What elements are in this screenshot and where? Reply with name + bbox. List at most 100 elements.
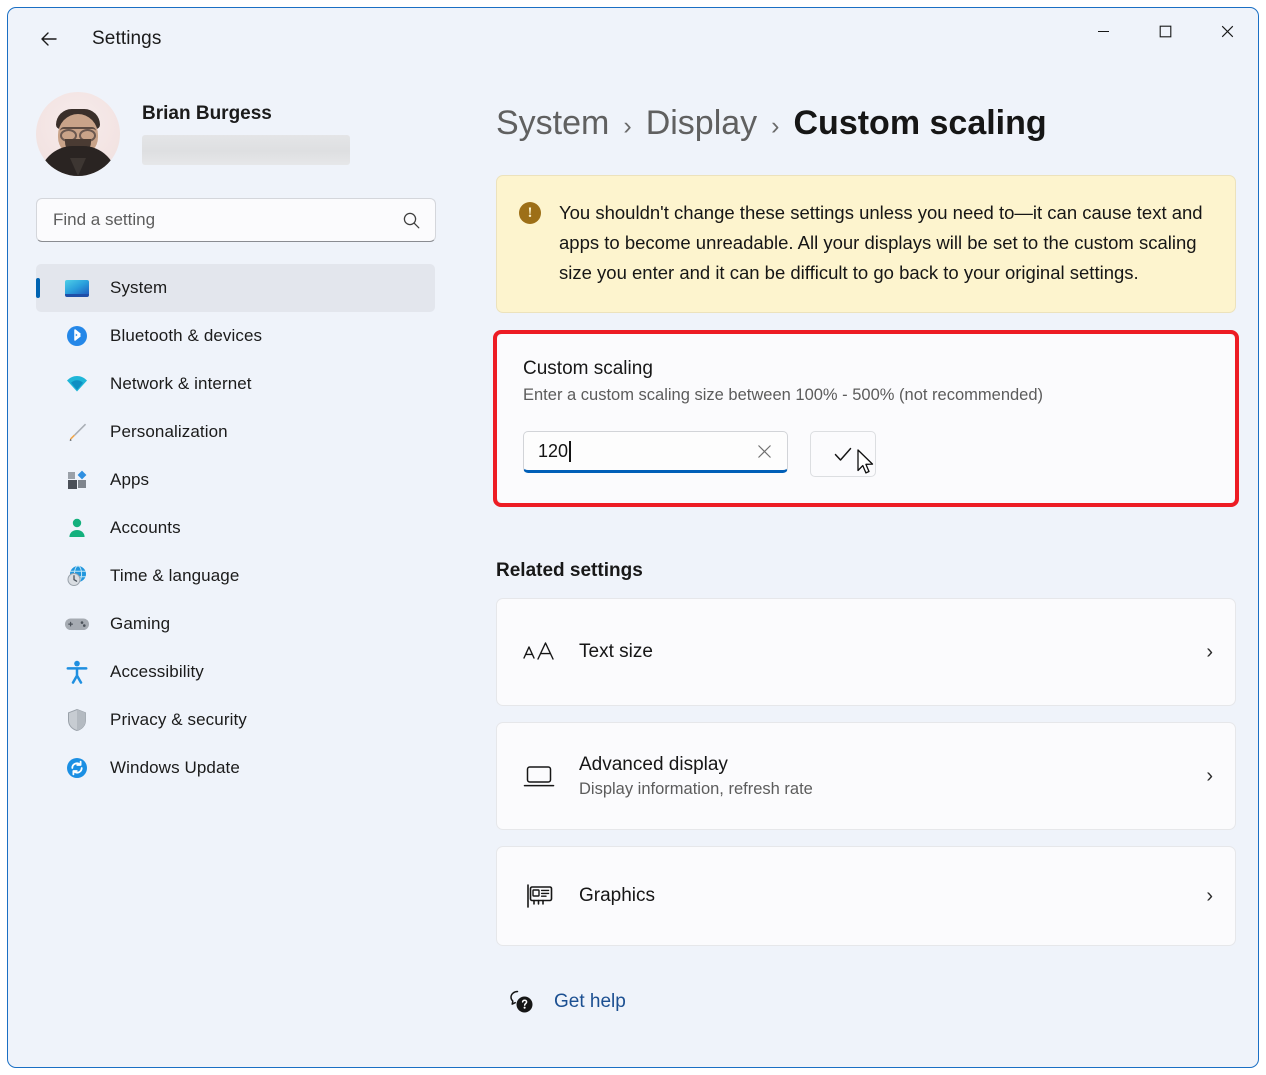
avatar-glasses — [60, 127, 96, 136]
checkmark-icon — [831, 442, 855, 466]
sidebar-nav: System Bluetooth & devices — [8, 264, 468, 792]
sidebar-item-network-internet[interactable]: Network & internet — [36, 360, 435, 408]
sidebar-item-system[interactable]: System — [36, 264, 435, 312]
help-question-bubble-icon — [508, 988, 536, 1016]
related-card-texts: Advanced display Display information, re… — [579, 754, 1206, 799]
display-monitor-icon — [521, 758, 557, 794]
search-wrapper: Find a setting — [36, 198, 468, 242]
related-card-title: Graphics — [579, 885, 1206, 907]
sidebar-item-label: Accessibility — [110, 662, 204, 682]
sidebar-item-accessibility[interactable]: Accessibility — [36, 648, 435, 696]
text-size-icon — [521, 634, 557, 670]
profile-name: Brian Burgess — [142, 103, 350, 125]
sidebar-item-label: Personalization — [110, 422, 228, 442]
breadcrumb: System › Display › Custom scaling — [496, 104, 1228, 143]
sidebar-item-time-language[interactable]: Time & language — [36, 552, 435, 600]
settings-window: Settings — [7, 7, 1259, 1068]
shield-icon — [64, 707, 90, 733]
sidebar-item-label: Network & internet — [110, 374, 252, 394]
close-icon — [1221, 25, 1234, 38]
window-controls — [1072, 8, 1258, 70]
avatar — [36, 92, 120, 176]
bluetooth-icon — [64, 323, 90, 349]
sidebar-item-label: Apps — [110, 470, 149, 490]
custom-scaling-input[interactable]: 120 — [523, 431, 788, 473]
clear-input-button[interactable] — [753, 440, 775, 462]
paintbrush-icon — [64, 419, 90, 445]
back-button[interactable] — [28, 20, 70, 58]
custom-scaling-value: 120 — [538, 441, 568, 462]
related-card-texts: Text size — [579, 641, 1206, 663]
sidebar-item-label: Bluetooth & devices — [110, 326, 262, 346]
sidebar-item-windows-update[interactable]: Windows Update — [36, 744, 435, 792]
search-input[interactable]: Find a setting — [36, 198, 436, 242]
sidebar: Brian Burgess Find a setting System — [8, 70, 468, 1067]
warning-exclamation-icon: ! — [519, 202, 541, 224]
chevron-right-icon: › — [1206, 885, 1213, 908]
get-help-label: Get help — [554, 991, 626, 1013]
sidebar-item-label: Gaming — [110, 614, 170, 634]
apps-icon — [64, 467, 90, 493]
chevron-right-icon: › — [1206, 765, 1213, 788]
minimize-button[interactable] — [1072, 8, 1134, 55]
clock-globe-icon — [64, 563, 90, 589]
sidebar-item-apps[interactable]: Apps — [36, 456, 435, 504]
gamepad-icon — [64, 611, 90, 637]
sidebar-item-label: Windows Update — [110, 758, 240, 778]
warning-text: You shouldn't change these settings unle… — [559, 198, 1211, 288]
maximize-button[interactable] — [1134, 8, 1196, 55]
maximize-icon — [1159, 25, 1172, 38]
annotation-highlight-box — [493, 330, 1239, 507]
close-x-icon — [757, 444, 772, 459]
search-icon — [402, 211, 421, 230]
chevron-right-icon: › — [1206, 641, 1213, 664]
search-placeholder: Find a setting — [53, 210, 402, 230]
close-button[interactable] — [1196, 8, 1258, 55]
minimize-icon — [1097, 25, 1110, 38]
related-card-texts: Graphics — [579, 885, 1206, 907]
sidebar-item-privacy-security[interactable]: Privacy & security — [36, 696, 435, 744]
profile-email-redacted — [142, 135, 350, 165]
custom-scaling-title: Custom scaling — [523, 358, 1211, 380]
sidebar-item-label: Accounts — [110, 518, 181, 538]
custom-scaling-subtitle: Enter a custom scaling size between 100%… — [523, 386, 1211, 405]
confirm-scaling-button[interactable] — [810, 431, 876, 477]
breadcrumb-separator: › — [623, 112, 631, 141]
sidebar-item-label: System — [110, 278, 167, 298]
update-refresh-icon — [64, 755, 90, 781]
sidebar-item-accounts[interactable]: Accounts — [36, 504, 435, 552]
related-card-title: Text size — [579, 641, 1206, 663]
related-card-text-size[interactable]: Text size › — [496, 598, 1236, 706]
related-card-subtitle: Display information, refresh rate — [579, 780, 1206, 799]
sidebar-item-personalization[interactable]: Personalization — [36, 408, 435, 456]
page-title: Custom scaling — [794, 104, 1047, 143]
wifi-icon — [64, 371, 90, 397]
related-card-title: Advanced display — [579, 754, 1206, 776]
related-card-graphics[interactable]: Graphics › — [496, 846, 1236, 946]
breadcrumb-system[interactable]: System — [496, 104, 609, 143]
sidebar-item-label: Time & language — [110, 566, 239, 586]
person-icon — [64, 515, 90, 541]
app-title: Settings — [92, 28, 161, 50]
user-profile[interactable]: Brian Burgess — [36, 86, 468, 182]
accessibility-icon — [64, 659, 90, 685]
back-arrow-icon — [38, 28, 60, 50]
main-content: System › Display › Custom scaling ! You … — [468, 70, 1258, 1067]
related-card-advanced-display[interactable]: Advanced display Display information, re… — [496, 722, 1236, 830]
monitor-icon — [64, 275, 90, 301]
related-settings-heading: Related settings — [496, 560, 1228, 582]
graphics-card-icon — [521, 878, 557, 914]
title-bar: Settings — [8, 8, 1258, 70]
get-help-link[interactable]: Get help — [496, 988, 1228, 1016]
mouse-pointer-cursor — [857, 449, 875, 476]
custom-scaling-card: Custom scaling Enter a custom scaling si… — [496, 333, 1236, 504]
sidebar-item-gaming[interactable]: Gaming — [36, 600, 435, 648]
breadcrumb-display[interactable]: Display — [646, 104, 757, 143]
sidebar-item-label: Privacy & security — [110, 710, 247, 730]
warning-banner: ! You shouldn't change these settings un… — [496, 175, 1236, 313]
custom-scaling-row: 120 — [523, 431, 1211, 477]
breadcrumb-separator: › — [771, 112, 779, 141]
text-caret — [569, 441, 571, 462]
profile-info: Brian Burgess — [142, 103, 350, 165]
sidebar-item-bluetooth-devices[interactable]: Bluetooth & devices — [36, 312, 435, 360]
